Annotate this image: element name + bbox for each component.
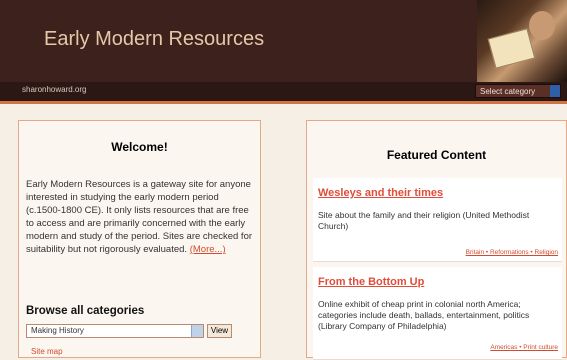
featured-item-tags[interactable]: Americas • Print culture xyxy=(490,344,558,351)
site-map-link[interactable]: Site map xyxy=(31,347,63,356)
chevron-down-icon[interactable] xyxy=(191,325,203,337)
site-title[interactable]: Early Modern Resources xyxy=(44,28,264,51)
reader-face xyxy=(529,11,555,40)
category-select-label: Select category xyxy=(480,87,536,96)
site-header: Early Modern Resources sharonhoward.org … xyxy=(0,0,567,104)
browse-categories-title: Browse all categories xyxy=(26,305,145,317)
header-subbar: sharonhoward.org Select category xyxy=(0,82,567,104)
view-button[interactable]: View xyxy=(207,324,232,338)
featured-item-title[interactable]: From the Bottom Up xyxy=(318,276,424,288)
book-image xyxy=(487,28,536,69)
featured-item-description: Site about the family and their religion… xyxy=(318,210,530,231)
dropdown-arrow-icon[interactable] xyxy=(550,85,560,97)
featured-panel: Featured Content Wesleys and their times… xyxy=(306,120,567,360)
welcome-title: Welcome! xyxy=(111,140,168,154)
category-dropdown-value: Making History xyxy=(31,326,84,335)
featured-title: Featured Content xyxy=(386,148,487,162)
featured-item-title[interactable]: Wesleys and their times xyxy=(318,187,443,199)
featured-item: From the Bottom Up Online exhibit of che… xyxy=(313,267,562,360)
reader-portrait xyxy=(477,0,567,82)
category-select[interactable]: Select category xyxy=(475,84,561,98)
featured-item-description: Online exhibit of cheap print in colonia… xyxy=(318,299,530,331)
more-link[interactable]: (More...) xyxy=(190,244,226,255)
featured-item-tags[interactable]: Britain • Reformations • Religion xyxy=(466,249,558,256)
welcome-intro: Early Modern Resources is a gateway site… xyxy=(26,178,255,256)
welcome-panel: Welcome! Early Modern Resources is a gat… xyxy=(18,120,261,358)
domain-label: sharonhoward.org xyxy=(22,85,87,94)
featured-item: Wesleys and their times Site about the f… xyxy=(313,178,562,262)
category-dropdown[interactable]: Making History xyxy=(26,324,204,338)
